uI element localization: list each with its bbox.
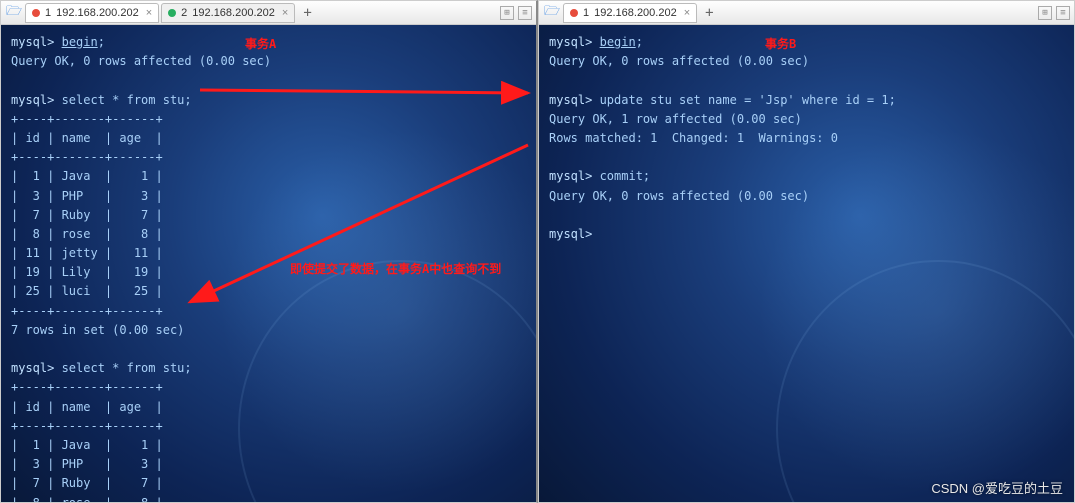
- annotation-session-b: 事务B: [765, 35, 796, 52]
- close-icon[interactable]: ×: [684, 7, 690, 19]
- tab-2-left[interactable]: 2 192.168.200.202 ×: [161, 3, 295, 23]
- toolbar-icons: ⊞ ≡: [500, 6, 532, 20]
- tab-num: 1: [583, 7, 589, 19]
- right-pane: 🗁 1 192.168.200.202 × + ⊞ ≡ mysql> begin…: [538, 0, 1075, 503]
- close-icon[interactable]: ×: [146, 7, 152, 19]
- tab-host: 192.168.200.202: [56, 7, 139, 19]
- add-tab-button[interactable]: +: [699, 5, 719, 21]
- add-tab-button[interactable]: +: [297, 5, 317, 21]
- tab-num: 2: [181, 7, 187, 19]
- tab-host: 192.168.200.202: [192, 7, 275, 19]
- folder-icon[interactable]: 🗁: [5, 5, 23, 21]
- close-icon[interactable]: ×: [282, 7, 288, 19]
- left-pane: 🗁 1 192.168.200.202 × 2 192.168.200.202 …: [0, 0, 538, 503]
- menu-icon[interactable]: ≡: [518, 6, 532, 20]
- status-dot-icon: [32, 9, 40, 17]
- status-dot-icon: [168, 9, 176, 17]
- grid-icon[interactable]: ⊞: [1038, 6, 1052, 20]
- tab-1-right[interactable]: 1 192.168.200.202 ×: [563, 3, 697, 23]
- folder-icon[interactable]: 🗁: [543, 5, 561, 21]
- annotation-note: 即使提交了数据，在事务A中也查询不到: [290, 260, 501, 277]
- watermark: CSDN @爱吃豆的土豆: [931, 478, 1063, 497]
- toolbar-icons: ⊞ ≡: [1038, 6, 1070, 20]
- tab-host: 192.168.200.202: [594, 7, 677, 19]
- status-dot-icon: [570, 9, 578, 17]
- tab-1-left[interactable]: 1 192.168.200.202 ×: [25, 3, 159, 23]
- tab-num: 1: [45, 7, 51, 19]
- left-tabbar: 🗁 1 192.168.200.202 × 2 192.168.200.202 …: [1, 1, 536, 25]
- right-tabbar: 🗁 1 192.168.200.202 × + ⊞ ≡: [539, 1, 1074, 25]
- menu-icon[interactable]: ≡: [1056, 6, 1070, 20]
- grid-icon[interactable]: ⊞: [500, 6, 514, 20]
- right-terminal[interactable]: mysql> begin; Query OK, 0 rows affected …: [539, 25, 1074, 502]
- annotation-session-a: 事务A: [245, 35, 276, 52]
